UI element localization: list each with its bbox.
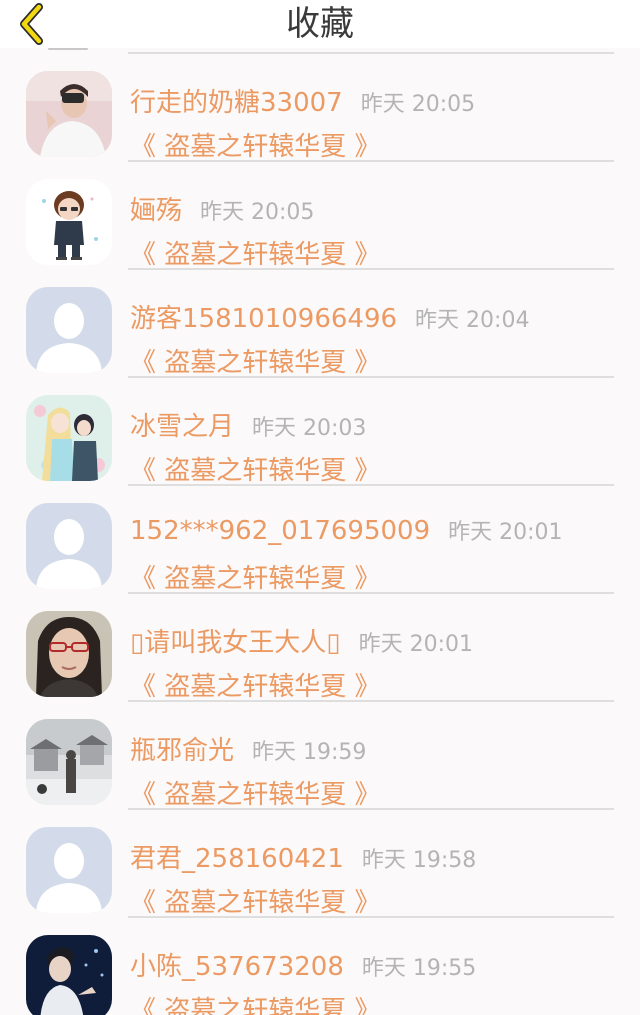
previous-avatar-edge <box>48 48 88 50</box>
user-avatar <box>26 287 112 373</box>
item-header: 小陈_537673208 昨天 19:55 <box>130 946 476 986</box>
timestamp: 昨天 19:59 <box>252 740 367 765</box>
timestamp: 昨天 19:55 <box>361 956 477 981</box>
list-item[interactable]: 152***962_017695009 昨天 20:01 《 盗墓之轩辕华夏 》 <box>0 486 640 594</box>
favorites-list: 行走的奶糖33007 昨天 20:05 《 盗墓之轩辕华夏 》 婳殇 昨天 20… <box>0 48 640 1015</box>
book-title: 《 盗墓之轩辕华夏 》 <box>130 672 381 702</box>
item-header: 152***962_017695009 昨天 20:01 <box>130 514 563 554</box>
user-name: 瓶邪俞光 <box>130 736 235 766</box>
timestamp: 昨天 20:01 <box>358 632 474 657</box>
list-item[interactable]: 君君_258160421 昨天 19:58 《 盗墓之轩辕华夏 》 <box>0 810 640 918</box>
timestamp: 昨天 20:03 <box>252 416 367 441</box>
list-item[interactable]: 行走的奶糖33007 昨天 20:05 《 盗墓之轩辕华夏 》 <box>0 54 640 162</box>
timestamp: 昨天 20:05 <box>360 92 476 117</box>
user-name: 小陈_537673208 <box>130 952 344 982</box>
book-title: 《 盗墓之轩辕华夏 》 <box>130 456 381 486</box>
user-avatar <box>26 395 112 481</box>
book-title: 《 盗墓之轩辕华夏 》 <box>130 132 381 162</box>
item-header: 游客1581010966496 昨天 20:04 <box>130 298 529 338</box>
item-header: ▯请叫我女王大人▯ 昨天 20:01 <box>130 622 473 662</box>
page-title: 收藏 <box>286 4 354 44</box>
list-item[interactable]: 小陈_537673208 昨天 19:55 《 盗墓之轩辕华夏 》 <box>0 918 640 1015</box>
item-header: 瓶邪俞光 昨天 19:59 <box>130 730 366 770</box>
book-title: 《 盗墓之轩辕华夏 》 <box>130 780 381 810</box>
item-header: 君君_258160421 昨天 19:58 <box>130 838 476 878</box>
user-avatar <box>26 503 112 589</box>
item-header: 行走的奶糖33007 昨天 20:05 <box>130 82 475 122</box>
user-avatar <box>26 935 112 1015</box>
user-name: 行走的奶糖33007 <box>130 88 343 118</box>
header-bar: 收藏 <box>0 0 640 48</box>
user-avatar <box>26 611 112 697</box>
list-item[interactable]: 瓶邪俞光 昨天 19:59 《 盗墓之轩辕华夏 》 <box>0 702 640 810</box>
book-title: 《 盗墓之轩辕华夏 》 <box>130 996 381 1015</box>
timestamp: 昨天 20:01 <box>448 520 563 545</box>
timestamp: 昨天 19:58 <box>361 848 477 873</box>
list-item[interactable]: ▯请叫我女王大人▯ 昨天 20:01 《 盗墓之轩辕华夏 》 <box>0 594 640 702</box>
favorites-page: 收藏 行走的奶糖33007 昨天 20:05 《 盗墓之轩辕华夏 》 婳殇 昨天… <box>0 0 640 1015</box>
timestamp: 昨天 20:05 <box>200 200 315 225</box>
user-name: 冰雪之月 <box>130 412 235 442</box>
user-name: 游客1581010966496 <box>130 304 398 334</box>
user-avatar <box>26 71 112 157</box>
back-button[interactable] <box>10 0 54 48</box>
user-name: 152***962_017695009 <box>130 516 431 546</box>
user-avatar <box>26 179 112 265</box>
user-avatar <box>26 827 112 913</box>
user-name: ▯请叫我女王大人▯ <box>130 628 341 658</box>
chevron-left-icon <box>20 3 43 45</box>
item-header: 冰雪之月 昨天 20:03 <box>130 406 366 446</box>
list-item[interactable]: 冰雪之月 昨天 20:03 《 盗墓之轩辕华夏 》 <box>0 378 640 486</box>
timestamp: 昨天 20:04 <box>415 308 530 333</box>
book-title: 《 盗墓之轩辕华夏 》 <box>130 240 381 270</box>
user-avatar <box>26 719 112 805</box>
item-header: 婳殇 昨天 20:05 <box>130 190 314 230</box>
book-title: 《 盗墓之轩辕华夏 》 <box>130 888 381 918</box>
user-name: 婳殇 <box>130 196 183 226</box>
user-name: 君君_258160421 <box>130 844 344 874</box>
list-item[interactable]: 游客1581010966496 昨天 20:04 《 盗墓之轩辕华夏 》 <box>0 270 640 378</box>
list-item[interactable]: 婳殇 昨天 20:05 《 盗墓之轩辕华夏 》 <box>0 162 640 270</box>
book-title: 《 盗墓之轩辕华夏 》 <box>130 564 381 594</box>
book-title: 《 盗墓之轩辕华夏 》 <box>130 348 381 378</box>
